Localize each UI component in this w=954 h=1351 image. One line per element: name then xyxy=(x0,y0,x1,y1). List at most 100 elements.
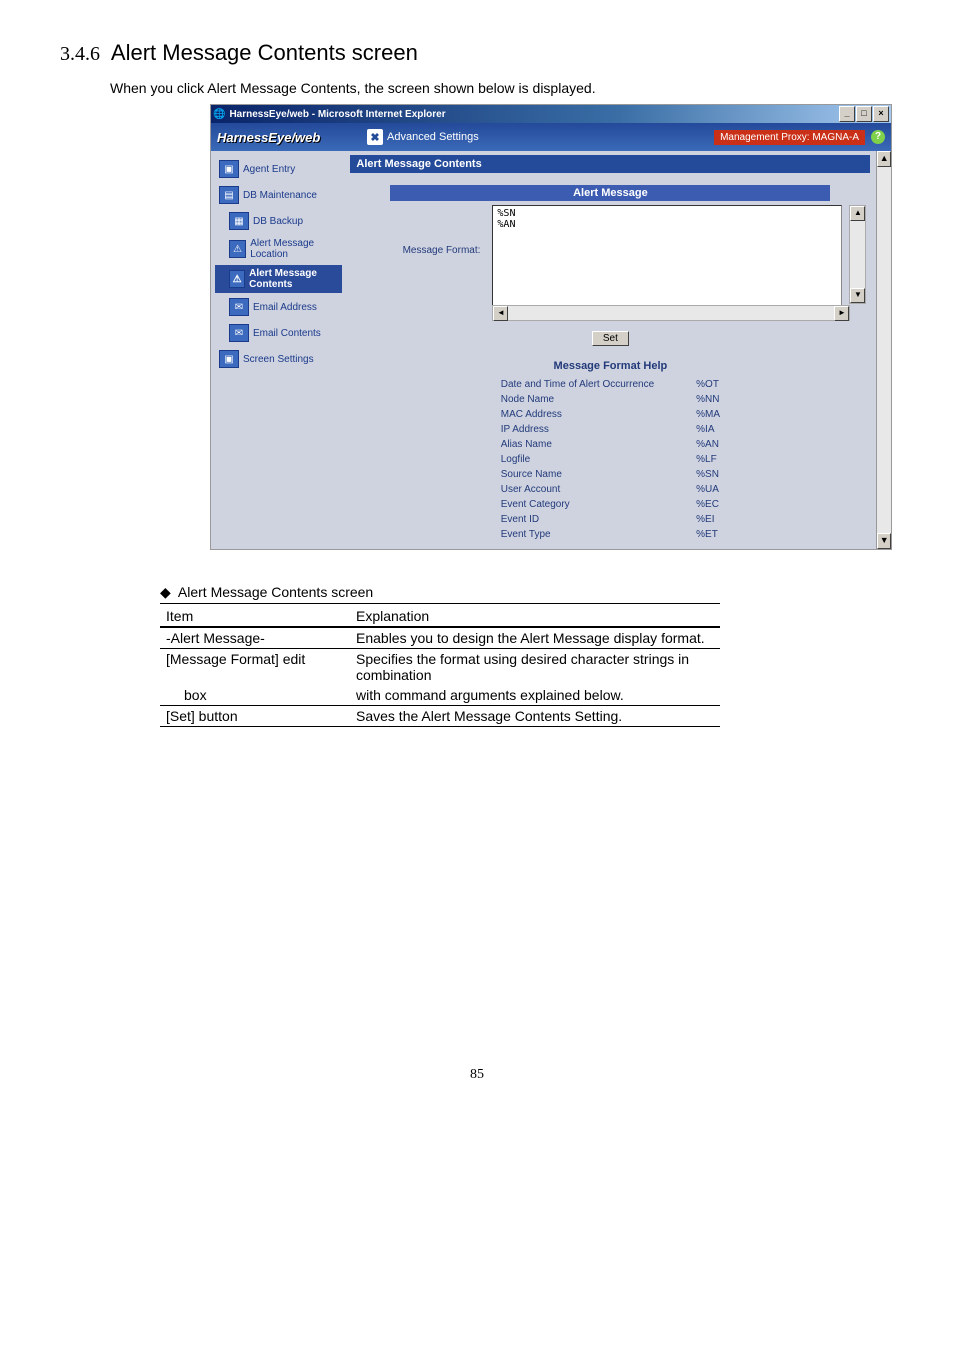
proxy-label: Management Proxy: MAGNA-A xyxy=(714,130,865,145)
help-desc: IP Address xyxy=(501,423,694,436)
sidebar-item-label: Alert Message Contents xyxy=(249,268,338,290)
page-scroll-down-icon[interactable]: ▼ xyxy=(877,533,891,549)
message-format-input[interactable]: %SN %AN xyxy=(492,205,842,306)
window-title: HarnessEye/web - Microsoft Internet Expl… xyxy=(225,109,838,120)
section-title: Alert Message Contents screen xyxy=(111,40,418,65)
sidebar-item-email-address[interactable]: ✉ Email Address xyxy=(215,295,342,319)
alert-cont-icon: ⚠ xyxy=(229,270,245,288)
close-button[interactable]: × xyxy=(873,106,889,122)
help-desc: Date and Time of Alert Occurrence xyxy=(501,378,694,391)
content-panel: Alert Message Contents Alert Message Mes… xyxy=(346,151,876,549)
page-vscrollbar[interactable]: ▲ ▼ xyxy=(876,151,891,549)
help-desc: Logfile xyxy=(501,453,694,466)
help-desc: Event Category xyxy=(501,498,694,511)
sidebar-item-label: DB Backup xyxy=(253,216,303,227)
help-code: %NN xyxy=(696,393,720,406)
help-row: Event Type%ET xyxy=(501,528,720,541)
cell-item: [Message Format] edit xyxy=(160,649,350,686)
help-code: %IA xyxy=(696,423,720,436)
screenshot-window: 🌐 HarnessEye/web - Microsoft Internet Ex… xyxy=(210,104,892,550)
scroll-up-icon[interactable]: ▲ xyxy=(850,206,865,221)
col-explanation: Explanation xyxy=(350,606,720,627)
sidebar-item-db-backup[interactable]: ▦ DB Backup xyxy=(215,209,342,233)
scroll-left-icon[interactable]: ◄ xyxy=(493,306,508,321)
sidebar-item-agent-entry[interactable]: ▣ Agent Entry xyxy=(215,157,342,181)
section-number: 3.4.6 xyxy=(60,43,100,65)
help-table: Date and Time of Alert Occurrence%OT Nod… xyxy=(499,376,722,543)
screen-icon: ▣ xyxy=(219,350,239,368)
sidebar-item-label: Email Contents xyxy=(253,328,321,339)
help-row: Date and Time of Alert Occurrence%OT xyxy=(501,378,720,391)
intro-text: When you click Alert Message Contents, t… xyxy=(110,80,894,96)
section-heading: 3.4.6 Alert Message Contents screen xyxy=(60,40,894,66)
sidebar-item-label: Agent Entry xyxy=(243,164,295,175)
help-desc: User Account xyxy=(501,483,694,496)
sidebar-item-db-maintenance[interactable]: ▤ DB Maintenance xyxy=(215,183,342,207)
sidebar-item-label: Email Address xyxy=(253,302,317,313)
sidebar-item-screen-settings[interactable]: ▣ Screen Settings xyxy=(215,347,342,371)
scroll-down-icon[interactable]: ▼ xyxy=(850,288,865,303)
sidebar: ▣ Agent Entry ▤ DB Maintenance ▦ DB Back… xyxy=(211,151,346,549)
help-row: IP Address%IA xyxy=(501,423,720,436)
help-row: Event ID%EI xyxy=(501,513,720,526)
panel-title: Alert Message Contents xyxy=(350,155,870,173)
alert-message-heading: Alert Message xyxy=(390,185,830,201)
sidebar-item-label: Screen Settings xyxy=(243,354,314,365)
description-title: Alert Message Contents screen xyxy=(178,584,373,600)
help-desc: Source Name xyxy=(501,468,694,481)
sidebar-item-label: Alert Message Location xyxy=(250,238,338,260)
help-code: %UA xyxy=(696,483,720,496)
explanation-table: Item Explanation -Alert Message- Enables… xyxy=(160,606,720,727)
sidebar-item-alert-contents[interactable]: ⚠ Alert Message Contents xyxy=(215,265,342,293)
table-row: [Set] button Saves the Alert Message Con… xyxy=(160,706,720,727)
help-code: %OT xyxy=(696,378,720,391)
textarea-vscrollbar[interactable]: ▲ ▼ xyxy=(849,205,866,304)
table-row: -Alert Message- Enables you to design th… xyxy=(160,627,720,649)
app-body: ▣ Agent Entry ▤ DB Maintenance ▦ DB Back… xyxy=(211,151,891,549)
sidebar-item-alert-location[interactable]: ⚠ Alert Message Location xyxy=(215,235,342,263)
help-row: Event Category%EC xyxy=(501,498,720,511)
app-header: HarnessEye/web ✖ Advanced Settings Manag… xyxy=(211,123,891,151)
set-button[interactable]: Set xyxy=(592,331,629,346)
help-row: User Account%UA xyxy=(501,483,720,496)
message-format-label: Message Format: xyxy=(370,205,480,256)
textarea-hscrollbar[interactable]: ◄ ► xyxy=(492,305,850,321)
diamond-icon: ◆ xyxy=(160,584,171,600)
help-row: Alias Name%AN xyxy=(501,438,720,451)
page-number: 85 xyxy=(60,1067,894,1083)
maximize-button[interactable]: □ xyxy=(856,106,872,122)
page-scroll-up-icon[interactable]: ▲ xyxy=(877,151,891,167)
sidebar-item-email-contents[interactable]: ✉ Email Contents xyxy=(215,321,342,345)
alert-loc-icon: ⚠ xyxy=(229,240,246,258)
help-icon[interactable]: ? xyxy=(871,130,885,144)
settings-icon: ✖ xyxy=(367,129,383,145)
help-code: %ET xyxy=(696,528,720,541)
header-tab-label[interactable]: Advanced Settings xyxy=(387,131,479,143)
help-heading: Message Format Help xyxy=(350,360,870,372)
agent-icon: ▣ xyxy=(219,160,239,178)
scroll-right-icon[interactable]: ► xyxy=(834,306,849,321)
email-cont-icon: ✉ xyxy=(229,324,249,342)
help-desc: Node Name xyxy=(501,393,694,406)
minimize-button[interactable]: _ xyxy=(839,106,855,122)
backup-icon: ▦ xyxy=(229,212,249,230)
cell-item: box xyxy=(160,685,350,706)
window-titlebar: 🌐 HarnessEye/web - Microsoft Internet Ex… xyxy=(211,105,891,123)
sidebar-item-label: DB Maintenance xyxy=(243,190,317,201)
description-heading: ◆ Alert Message Contents screen xyxy=(160,584,720,604)
help-desc: Event Type xyxy=(501,528,694,541)
help-code: %EC xyxy=(696,498,720,511)
cell-expl: Saves the Alert Message Contents Setting… xyxy=(350,706,720,727)
email-icon: ✉ xyxy=(229,298,249,316)
help-row: Node Name%NN xyxy=(501,393,720,406)
help-desc: Event ID xyxy=(501,513,694,526)
table-row: box with command arguments explained bel… xyxy=(160,685,720,706)
cell-item: [Set] button xyxy=(160,706,350,727)
help-desc: MAC Address xyxy=(501,408,694,421)
app-logo: HarnessEye/web xyxy=(217,130,367,145)
help-code: %SN xyxy=(696,468,720,481)
ie-icon: 🌐 xyxy=(213,109,225,120)
help-desc: Alias Name xyxy=(501,438,694,451)
help-code: %EI xyxy=(696,513,720,526)
help-code: %MA xyxy=(696,408,720,421)
